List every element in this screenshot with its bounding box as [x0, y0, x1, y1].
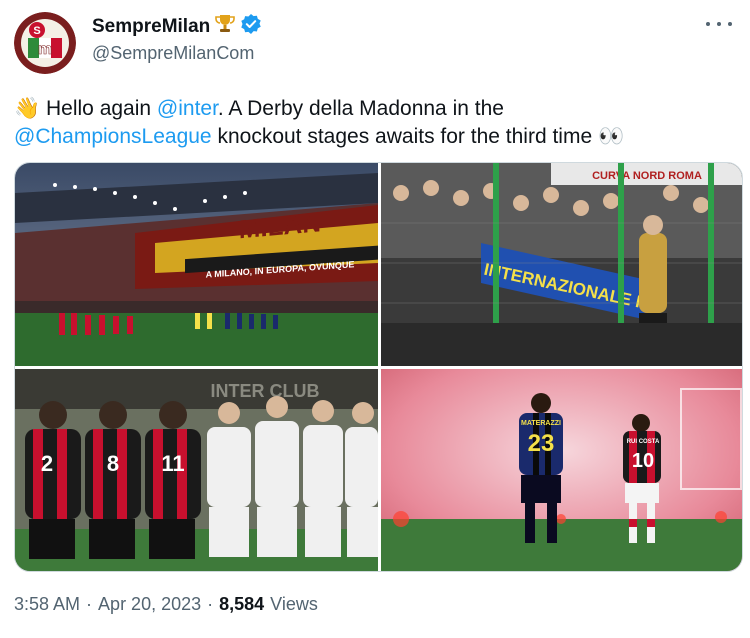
meta-separator: · [207, 594, 214, 614]
p4-player1-name: MATERAZZI [521, 420, 561, 427]
more-dot [706, 22, 710, 26]
tweet-time[interactable]: 3:58 AM [14, 594, 80, 615]
tweet-date[interactable]: Apr 20, 2023 [98, 594, 201, 615]
tweet-text-part: Hello again [46, 97, 157, 120]
eyes-icon: 👀 [597, 125, 625, 148]
more-icon[interactable] [706, 14, 732, 34]
svg-text:S: S [33, 25, 40, 37]
photo-minute-silence[interactable]: INTER CLUB 2 8 11 [15, 369, 378, 571]
svg-text:m: m [38, 41, 52, 58]
p3-number: 8 [107, 451, 119, 476]
p4-player1-number: 23 [528, 430, 555, 457]
mention-championsleague-link[interactable]: @ChampionsLeague [14, 125, 212, 148]
p3-wall: INTER CLUB [211, 381, 320, 401]
display-name[interactable]: SempreMilan [92, 16, 210, 38]
sempremilan-logo-icon: S m [14, 12, 76, 74]
tweet-text: 👋 Hello again @inter. A Derby della Mado… [14, 95, 734, 151]
views-label: Views [270, 594, 318, 614]
trophy-icon [214, 13, 236, 40]
tweet-card: S m SempreMilan @SempreMilanCom 👋 Hello … [0, 0, 750, 638]
p3-number: 2 [41, 451, 53, 476]
waving-hand-icon: 👋 [14, 97, 41, 120]
p4-player2-number: 10 [632, 450, 654, 472]
photo-fans-goalkeeper[interactable]: CURVA NORD ROMA INTERNAZIONALE FC [381, 163, 742, 366]
more-dot [728, 22, 732, 26]
tweet-meta: 3:58 AM · Apr 20, 2023 · 8,584 Views [14, 594, 318, 615]
photo-stadium-choreo[interactable]: MILAN A MILANO, IN EUROPA, OVUNQUE [15, 163, 378, 366]
avatar[interactable]: S m [14, 12, 76, 74]
tweet-text-part: knockout stages awaits for the third tim… [211, 125, 598, 148]
account-handle[interactable]: @SempreMilanCom [92, 43, 254, 64]
meta-separator: · [86, 594, 93, 614]
p3-number: 11 [161, 451, 184, 476]
p2-top-banner: CURVA NORD ROMA [592, 170, 702, 182]
name-row: SempreMilan [92, 13, 262, 40]
p4-player2-name: RUI COSTA [627, 439, 660, 445]
media-grid: MILAN A MILANO, IN EUROPA, OVUNQUE CURVA… [14, 162, 743, 572]
more-dot [717, 22, 721, 26]
mention-inter-link[interactable]: @inter [157, 97, 218, 120]
views-count: 8,584 [219, 594, 265, 614]
tweet-text-part: . A Derby della Madonna in the [217, 97, 504, 120]
photo-flares-players[interactable]: MATERAZZI 23 RUI COSTA 10 [381, 369, 742, 571]
verified-badge-icon[interactable] [240, 13, 262, 40]
